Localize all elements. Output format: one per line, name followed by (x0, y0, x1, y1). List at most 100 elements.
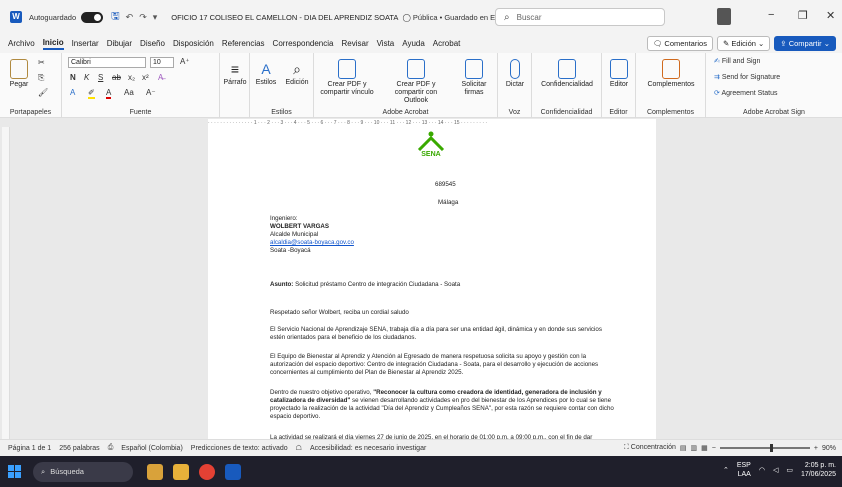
close-icon[interactable]: ✕ (826, 9, 835, 22)
highlight-icon[interactable]: ✐ (88, 88, 95, 99)
zoom-slider[interactable] (719, 444, 810, 452)
tab-inicio[interactable]: Inicio (42, 38, 64, 50)
windows-start-icon[interactable] (8, 465, 21, 478)
ribbon-tabs: Archivo Inicio Insertar Dibujar Diseño D… (0, 34, 842, 53)
tab-revisar[interactable]: Revisar (341, 39, 368, 48)
word-count[interactable]: 256 palabras (59, 445, 99, 452)
superscript-icon[interactable]: x² (142, 73, 149, 82)
create-pdf-link-button[interactable]: Crear PDF y compartir vínculo (318, 59, 376, 97)
confidentiality-button[interactable]: Confidencialidad (534, 59, 600, 89)
document-page[interactable]: SENA 689545 Málaga Ingeniero: WOLBERT VA… (208, 127, 656, 439)
tab-vista[interactable]: Vista (377, 39, 395, 48)
zoom-level[interactable]: 90% (822, 445, 836, 452)
undo-icon[interactable]: ↶ (126, 12, 134, 23)
tab-disposicion[interactable]: Disposición (173, 39, 214, 48)
send-icon: ⇉ (714, 74, 722, 81)
request-signatures-button[interactable]: Solicitar firmas (454, 59, 494, 97)
save-icon[interactable]: 🖫 (111, 9, 120, 26)
grow-font-icon[interactable]: A⁺ (180, 57, 190, 66)
focus-mode-button[interactable]: ⛶ Concentración (624, 444, 676, 452)
cut-icon[interactable]: ✂ (38, 58, 45, 67)
clipboard-group-label: Portapapeles (9, 109, 52, 116)
read-mode-icon[interactable]: ▤ (680, 444, 687, 452)
agreement-status-button[interactable]: ⟳ Agreement Status (714, 89, 777, 97)
editor-icon (610, 59, 628, 79)
tab-acrobat[interactable]: Acrobat (433, 39, 461, 48)
bold-icon[interactable]: N (70, 73, 76, 82)
system-tray: ⌃ ESP LAA ◠ ◁ ▭ 2:05 p. m. 17/06/2025 (723, 461, 836, 479)
paste-button[interactable]: Pegar (6, 59, 32, 89)
tab-dibujar[interactable]: Dibujar (107, 39, 132, 48)
print-layout-icon[interactable]: ▥ (691, 444, 698, 452)
tab-insertar[interactable]: Insertar (72, 39, 99, 48)
strikethrough-icon[interactable]: ab (112, 73, 121, 82)
search-box[interactable]: ⌕ Buscar (495, 8, 665, 26)
word-taskbar-icon[interactable] (225, 463, 241, 480)
shrink-font-icon[interactable]: A⁻ (146, 88, 156, 97)
editor-group-label: Editor (609, 109, 628, 116)
chrome-icon[interactable] (199, 463, 215, 480)
font-name-select[interactable]: Calibri (68, 57, 146, 68)
tab-correspondencia[interactable]: Correspondencia (273, 39, 334, 48)
people-app-icon[interactable] (147, 463, 163, 480)
italic-icon[interactable]: K (84, 73, 89, 82)
vertical-ruler[interactable] (2, 127, 10, 439)
battery-icon[interactable]: ▭ (786, 466, 793, 474)
clock[interactable]: 2:05 p. m. 17/06/2025 (801, 461, 836, 479)
language-indicator[interactable]: ESP LAA (737, 461, 751, 479)
minimize-icon[interactable]: − (768, 9, 774, 21)
taskbar-search[interactable]: ⌕ Búsqueda (33, 461, 133, 482)
restore-icon[interactable]: ❐ (798, 9, 808, 22)
chevron-up-icon[interactable]: ⌃ (723, 466, 729, 474)
group-paragraph: ≡ Párrafo (220, 53, 250, 118)
autosave-toggle[interactable] (81, 11, 104, 23)
tab-referencias[interactable]: Referencias (222, 39, 265, 48)
editing-button[interactable]: ⌕ Edición (282, 59, 312, 87)
zoom-in-icon[interactable]: + (814, 445, 818, 452)
addins-button[interactable]: Complementos (638, 59, 704, 89)
group-editor: Editor Editor (602, 53, 636, 118)
format-painter-icon[interactable]: 🖌 (38, 88, 48, 97)
font-size-select[interactable]: 10 (150, 57, 174, 68)
horizontal-ruler[interactable]: · · · · · · · · · · · · · · · 1 · · · 2 … (208, 119, 656, 127)
redo-icon[interactable]: ↷ (139, 12, 147, 23)
font-color-icon[interactable]: A (106, 88, 112, 99)
pdf-share-icon (338, 59, 356, 79)
accessibility-status[interactable]: Accesibilidad: es necesario investigar (310, 445, 426, 452)
web-layout-icon[interactable]: ▦ (701, 444, 708, 452)
editing-mode-button[interactable]: ✎ Edición ⌄ (716, 36, 771, 51)
clear-format-icon[interactable]: A̶ (158, 73, 163, 82)
subscript-icon[interactable]: x₂ (128, 73, 135, 82)
text-effects-icon[interactable]: A (70, 88, 75, 97)
text-predictions-status[interactable]: Predicciones de texto: activado (191, 445, 288, 452)
editor-button[interactable]: Editor (605, 59, 633, 89)
wifi-icon[interactable]: ◠ (759, 466, 765, 474)
send-for-signature-button[interactable]: ⇉ Send for Signature (714, 73, 780, 81)
document-number: 689545 (435, 181, 456, 188)
language-status[interactable]: Español (Colombia) (121, 445, 182, 452)
tab-archivo[interactable]: Archivo (8, 39, 35, 48)
fill-and-sign-button[interactable]: ✍ Fill and Sign (714, 57, 760, 65)
create-pdf-outlook-button[interactable]: Crear PDF y compartir con Outlook (382, 59, 450, 105)
proofing-icon[interactable]: ⎙ (108, 444, 114, 452)
comments-button[interactable]: 🗨 Comentarios (646, 36, 713, 51)
page-count[interactable]: Página 1 de 1 (8, 445, 51, 452)
share-button[interactable]: ⇪ Compartir ⌄ (774, 36, 836, 51)
copy-icon[interactable]: ⎘ (38, 73, 44, 83)
customize-qat-icon[interactable]: ▾ (153, 12, 158, 23)
tab-diseno[interactable]: Diseño (140, 39, 165, 48)
recipient-email-link[interactable]: alcaldia@soata-boyaca.gov.co (270, 239, 354, 247)
paragraph-3: Dentro de nuestro objetivo operativo, "R… (270, 389, 614, 420)
paragraph-button[interactable]: ≡ Párrafo (223, 59, 247, 87)
volume-icon[interactable]: ◁ (773, 466, 778, 474)
zoom-out-icon[interactable]: − (712, 445, 716, 452)
paragraph-2: El Equipo de Bienestar al Aprendiz y Ate… (270, 353, 599, 376)
account-avatar[interactable] (717, 8, 731, 25)
accessibility-icon[interactable]: ☖ (296, 444, 302, 452)
styles-button[interactable]: A Estilos (252, 59, 280, 87)
dictate-button[interactable]: Dictar (501, 59, 529, 89)
change-case-icon[interactable]: Aa (124, 88, 134, 97)
file-explorer-icon[interactable] (173, 463, 189, 480)
underline-icon[interactable]: S (98, 73, 103, 82)
tab-ayuda[interactable]: Ayuda (402, 39, 425, 48)
